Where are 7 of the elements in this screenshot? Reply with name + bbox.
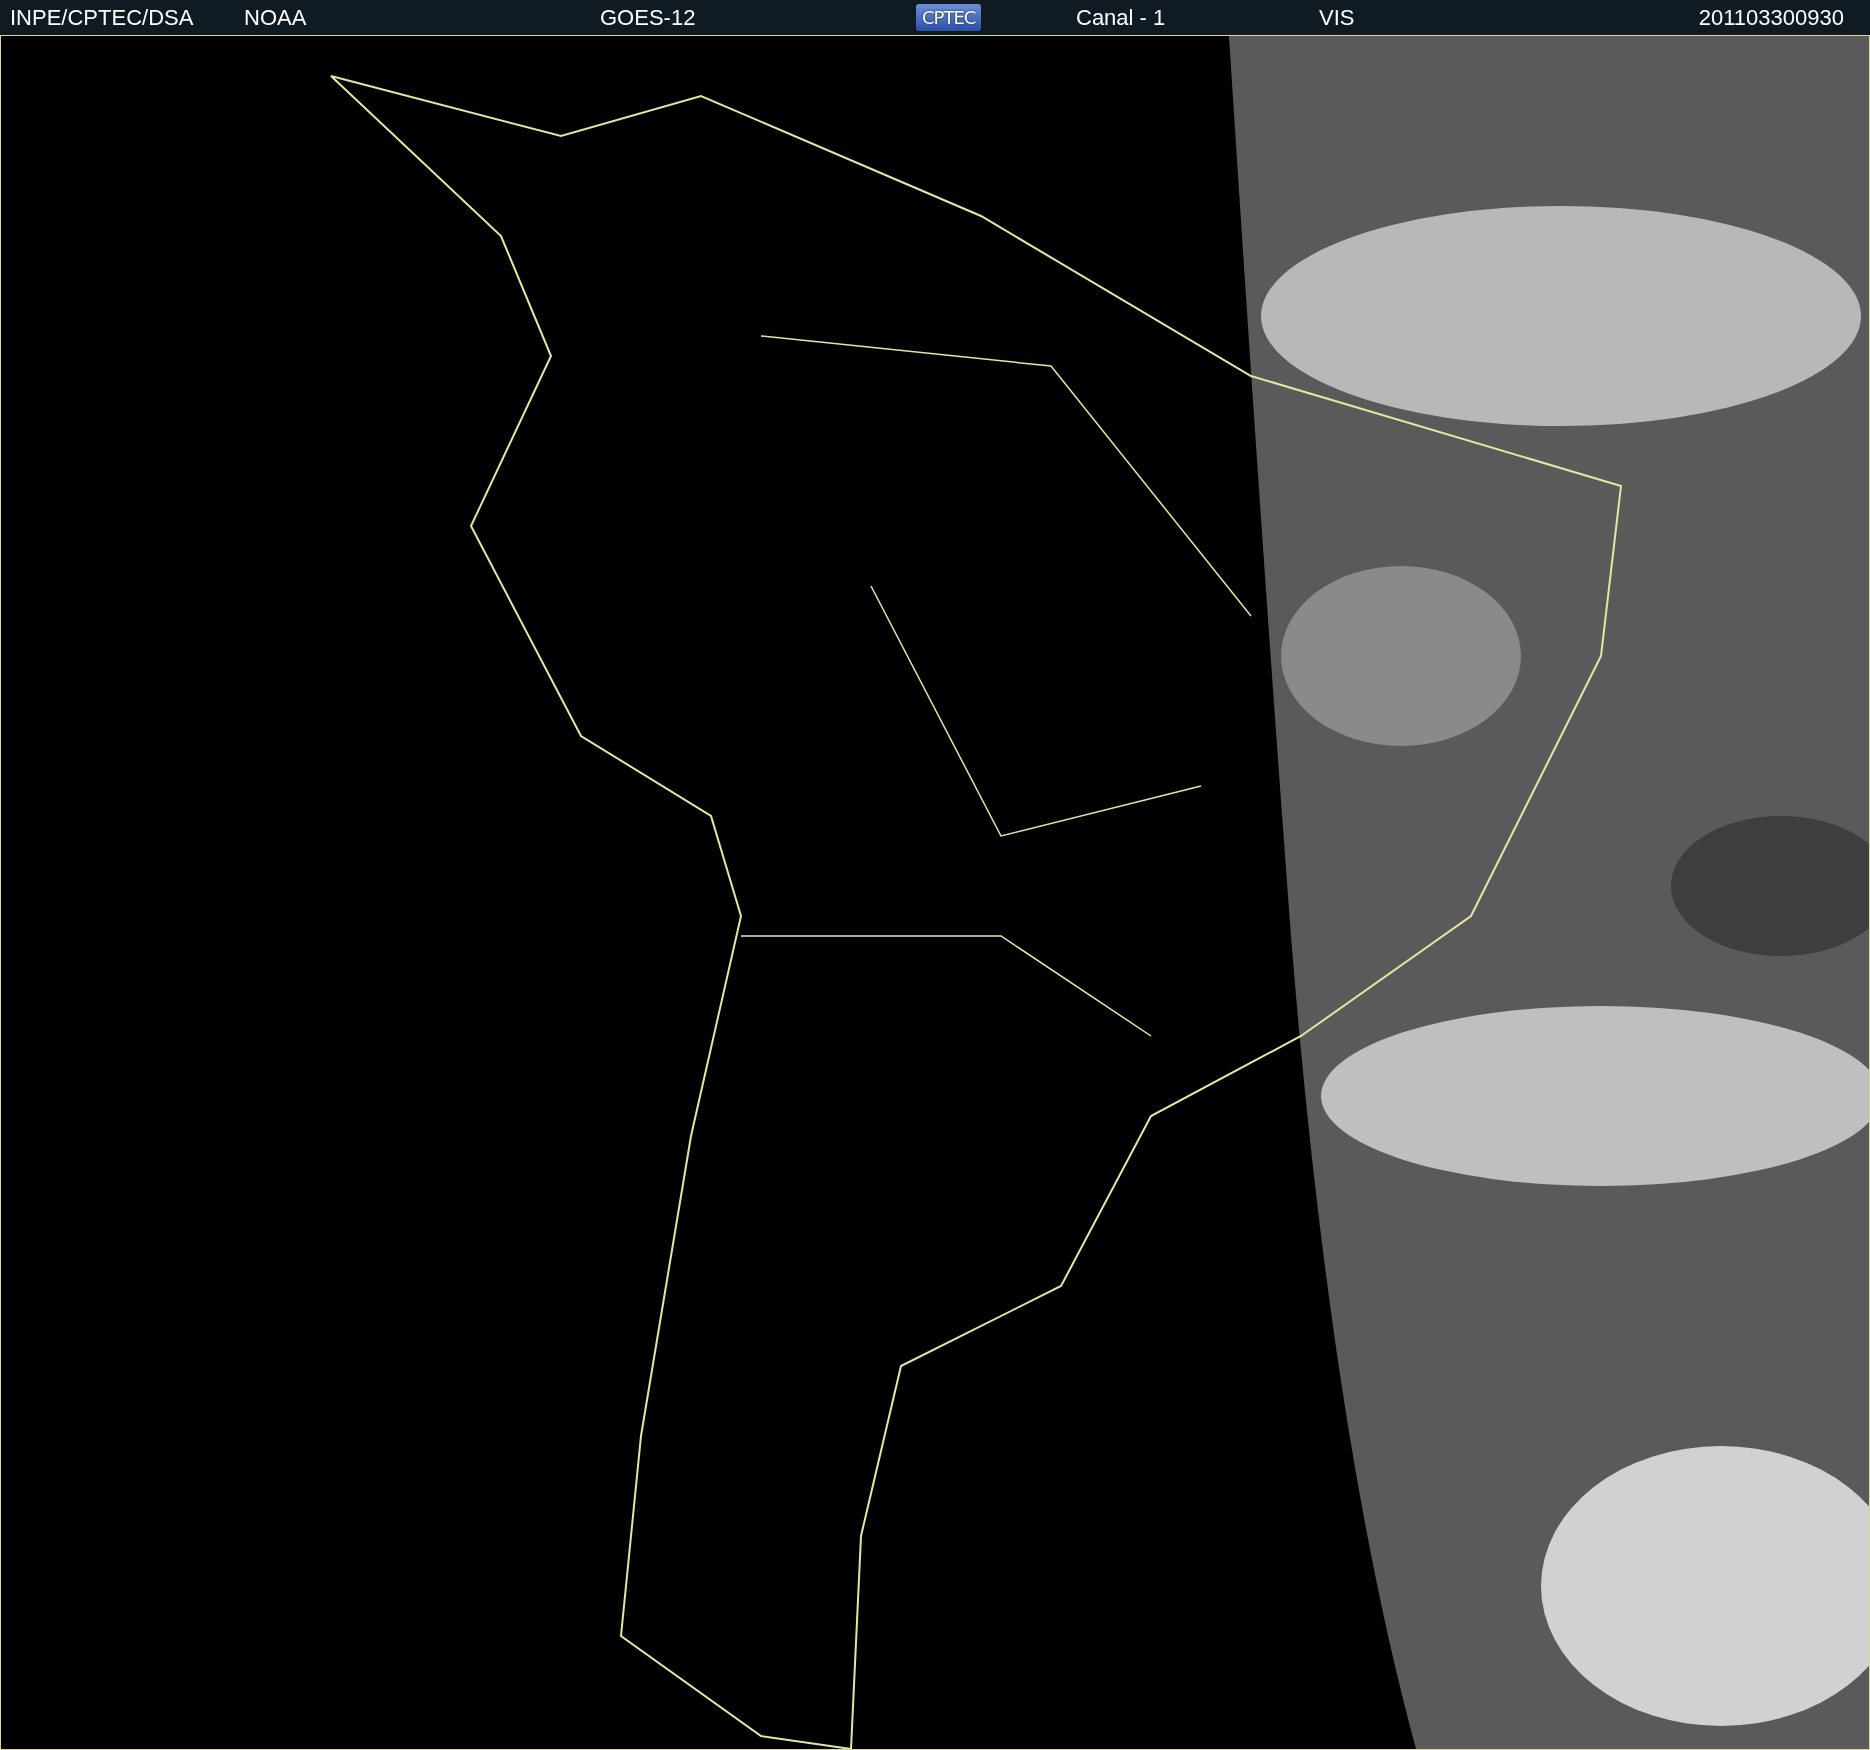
header-label: 201103300930 (1698, 4, 1844, 31)
header-label: VIS (1319, 4, 1355, 31)
header-label: INPE/CPTEC/DSA (10, 4, 194, 31)
header-label: NOAA (244, 4, 307, 31)
header-label: Canal - 1 (1076, 4, 1166, 31)
logo: CPTEC (916, 4, 982, 31)
header-label: GOES-12 (600, 4, 696, 31)
